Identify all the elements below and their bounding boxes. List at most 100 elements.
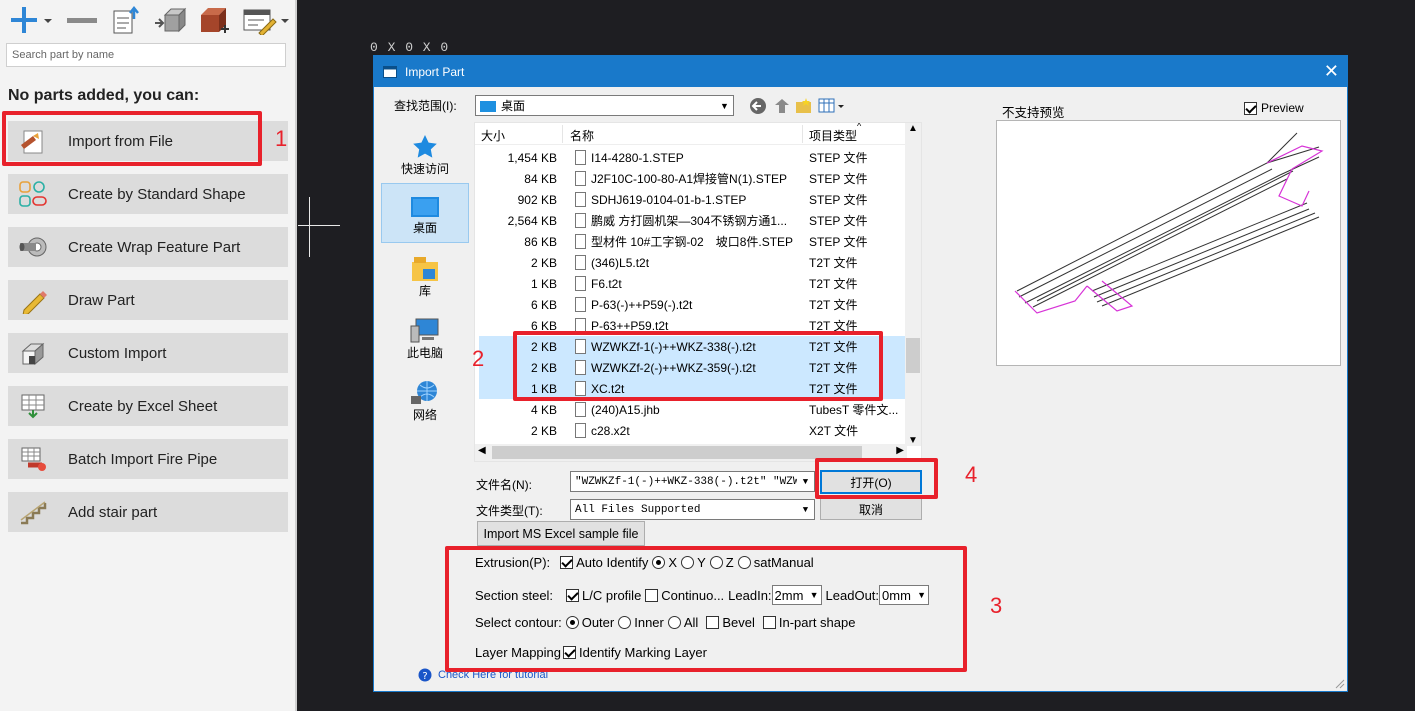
standard-shapes-icon <box>8 174 58 214</box>
create-wrap-feature-part-button[interactable]: Create Wrap Feature Part <box>8 227 288 267</box>
chevron-down-icon[interactable]: ▼ <box>797 472 814 491</box>
scroll-up-icon[interactable]: ▲ <box>908 123 918 134</box>
file-row[interactable]: 1,454 KB I14-4280-1.STEP STEP 文件 <box>479 147 907 168</box>
vertical-scrollbar[interactable]: ▲ ▼ <box>905 123 921 446</box>
file-type: T2T 文件 <box>809 256 858 270</box>
file-row[interactable]: 1 KB F6.t2t T2T 文件 <box>479 273 907 294</box>
filetype-select[interactable]: All Files Supported ▼ <box>570 499 815 520</box>
file-type: X2T 文件 <box>809 424 859 438</box>
file-row[interactable]: 4 KB (240)A15.jhb TubesT 零件文... <box>479 399 907 420</box>
preview-label: Preview <box>1261 101 1304 115</box>
file-size: 2,564 KB <box>507 213 557 228</box>
edit-menu-button[interactable] <box>240 4 290 36</box>
fire-pipe-icon <box>8 439 58 479</box>
annotation-number: 2 <box>472 346 485 371</box>
file-icon <box>575 276 586 291</box>
filename-input[interactable]: "WZWKZf-1(-)++WKZ-338(-).t2t" "WZWKZf ▼ <box>570 471 815 492</box>
file-row[interactable]: 86 KB 型材件 10#工字钢-02 坡口8件.STEP STEP 文件 <box>479 231 907 252</box>
scroll-right-icon[interactable]: ▶ <box>896 445 904 456</box>
place-desktop[interactable]: 桌面 <box>381 183 469 243</box>
file-size: 1 KB <box>530 276 557 291</box>
scroll-left-icon[interactable]: ◀ <box>478 445 486 456</box>
file-list[interactable]: 大小 名称 项目类型 ^ 1,454 KB I14-4280-1.STEP STEP… <box>474 122 922 462</box>
place-library[interactable]: 库 <box>381 245 469 305</box>
remove-part-button[interactable] <box>64 4 100 36</box>
file-type: T2T 文件 <box>809 298 858 312</box>
checkbox[interactable] <box>1244 101 1257 115</box>
dialog-titlebar[interactable]: Import Part ✕ <box>374 56 1347 87</box>
vertical-scroll-thumb[interactable] <box>906 338 920 373</box>
file-icon <box>575 402 586 417</box>
file-row[interactable]: 2,564 KB 鹏威 方打圆机架—304不锈钢方通1... STEP 文件 <box>479 210 907 231</box>
annotation-number: 1 <box>275 126 288 151</box>
place-label: 此电脑 <box>406 346 443 360</box>
svg-text:?: ? <box>422 671 427 682</box>
file-row[interactable]: 2 KB (346)L5.t2t T2T 文件 <box>479 252 907 273</box>
file-row[interactable]: 902 KB SDHJ619-0104-01-b-1.STEP STEP 文件 <box>479 189 907 210</box>
look-in-label: 查找范围(I): <box>394 99 457 113</box>
file-size: 2 KB <box>530 255 557 270</box>
back-icon[interactable] <box>749 97 767 115</box>
search-part-input[interactable] <box>6 43 286 67</box>
place-this-pc[interactable]: 此电脑 <box>381 307 469 367</box>
stair-icon <box>8 492 58 532</box>
file-type: T2T 文件 <box>809 277 858 291</box>
create-by-standard-shape-button[interactable]: Create by Standard Shape <box>8 174 288 214</box>
look-in-combo[interactable]: 桌面 ▼ <box>475 95 734 116</box>
canvas-crosshair <box>298 225 340 226</box>
add-block-button[interactable] <box>196 4 232 36</box>
batch-import-fire-pipe-button[interactable]: Batch Import Fire Pipe <box>8 439 288 479</box>
export-list-button[interactable] <box>108 4 144 36</box>
column-divider[interactable] <box>562 125 563 143</box>
close-icon[interactable]: ✕ <box>1324 61 1339 81</box>
add-stair-part-button[interactable]: Add stair part <box>8 492 288 532</box>
file-icon <box>575 255 586 270</box>
network-icon <box>411 381 437 404</box>
preview-checkbox[interactable]: Preview <box>1244 101 1304 115</box>
column-divider[interactable] <box>802 125 803 143</box>
place-label: 桌面 <box>412 221 437 235</box>
view-menu-icon[interactable] <box>818 97 846 115</box>
file-row[interactable]: 6 KB P-63(-)++P59(-).t2t T2T 文件 <box>479 294 907 315</box>
parts-panel: No parts added, you can: Import from Fil… <box>0 0 297 711</box>
option-label: Custom Import <box>68 344 167 362</box>
scroll-down-icon[interactable]: ▼ <box>908 435 918 446</box>
column-size[interactable]: 大小 <box>481 127 505 144</box>
custom-import-button[interactable]: Custom Import <box>8 333 288 373</box>
file-type: STEP 文件 <box>809 214 868 228</box>
column-type[interactable]: 项目类型 <box>809 127 857 144</box>
file-row[interactable]: 2 KB c28.x2t X2T 文件 <box>479 420 907 441</box>
file-name: c28.x2t <box>591 423 630 438</box>
column-name[interactable]: 名称 <box>570 127 594 144</box>
move-part-button[interactable] <box>152 4 188 36</box>
horizontal-scroll-thumb[interactable] <box>492 446 862 459</box>
file-type: STEP 文件 <box>809 235 868 249</box>
desktop-icon <box>411 197 439 217</box>
place-quick-access[interactable]: 快速访问 <box>381 123 469 183</box>
add-part-button[interactable] <box>6 4 54 36</box>
file-icon <box>575 150 586 165</box>
star-icon <box>413 135 437 158</box>
create-by-excel-sheet-button[interactable]: Create by Excel Sheet <box>8 386 288 426</box>
look-in-value: 桌面 <box>501 99 526 113</box>
file-size: 86 KB <box>524 234 557 249</box>
file-size: 1,454 KB <box>507 150 557 165</box>
folder-icon <box>480 100 496 112</box>
resize-grip-icon[interactable] <box>1335 679 1345 689</box>
cancel-button[interactable]: 取消 <box>820 498 922 520</box>
new-folder-icon[interactable] <box>795 97 813 115</box>
cube-move-icon <box>155 7 187 33</box>
up-folder-icon[interactable] <box>773 97 791 115</box>
import-excel-sample-button[interactable]: Import MS Excel sample file <box>477 521 645 546</box>
option-label: Create Wrap Feature Part <box>68 238 241 256</box>
places-bar: 快速访问 桌面 库 此电脑 网络 <box>381 123 469 423</box>
draw-part-button[interactable]: Draw Part <box>8 280 288 320</box>
option-label: Create by Excel Sheet <box>68 397 218 415</box>
excel-sheet-icon <box>8 386 58 426</box>
file-type: TubesT 零件文... <box>809 403 899 417</box>
file-type: STEP 文件 <box>809 172 868 186</box>
file-list-header: 大小 名称 项目类型 ^ <box>475 123 907 145</box>
file-row[interactable]: 84 KB J2F10C-100-80-A1焊接管N(1).STEP STEP 文件 <box>479 168 907 189</box>
place-network[interactable]: 网络 <box>381 369 469 429</box>
plus-icon <box>11 7 52 33</box>
